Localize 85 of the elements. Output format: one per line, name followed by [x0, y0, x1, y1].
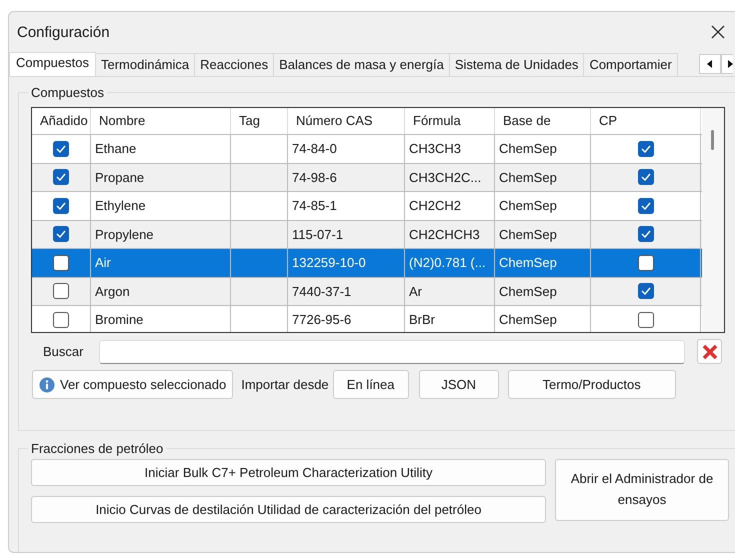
table-cell: Ethane [95, 141, 136, 156]
table-cell: 74-85-1 [292, 198, 337, 214]
column-header[interactable]: Tag [231, 108, 288, 134]
check-icon [56, 230, 66, 238]
column-header[interactable]: Nombre [91, 108, 231, 134]
table-cell: ChemSep [499, 312, 557, 328]
table-cell: Argon [95, 284, 130, 299]
column-header[interactable]: Número CAS [288, 108, 405, 134]
check-icon [640, 230, 650, 238]
table-row[interactable]: Air 132259-10-0 (N2)0.781 (... ChemSep [32, 249, 702, 278]
checkbox[interactable] [638, 140, 654, 157]
table-row[interactable]: Bromine 7726-95-6 BrBr ChemSep [32, 306, 702, 332]
checkbox[interactable] [638, 226, 654, 242]
search-field[interactable] [99, 340, 685, 364]
checkbox[interactable] [53, 254, 69, 271]
scroll-right-icon[interactable] [721, 54, 733, 74]
scrollbar[interactable] [702, 108, 724, 332]
group-title: Fracciones de petróleo [30, 441, 164, 456]
check-icon [640, 144, 650, 153]
table-cell: CH2CHCH3 [409, 226, 480, 242]
table-cell: ChemSep [499, 255, 557, 270]
petroleum-button[interactable]: Inicio Curvas de destilación Utilidad de caracterización del petróleo [31, 496, 546, 523]
table-cell: ChemSep [499, 141, 557, 156]
checkbox[interactable] [53, 140, 69, 157]
table-cell: CH3CH2C... [409, 170, 482, 185]
view-compound-button[interactable]: Ver compuesto seleccionado [32, 370, 234, 399]
table-cell: Ethylene [95, 198, 146, 214]
table-cell: Propane [95, 170, 144, 185]
table-row[interactable]: Propylene 115-07-1 CH2CHCH3 ChemSep [32, 220, 702, 249]
table-cell: ChemSep [499, 284, 557, 299]
table-cell: 74-98-6 [292, 170, 337, 185]
checkbox[interactable] [638, 254, 654, 271]
table-cell: CH3CH3 [409, 141, 462, 156]
table-cell: Bromine [95, 312, 144, 328]
check-icon [56, 173, 66, 182]
checkbox[interactable] [53, 312, 69, 328]
table-cell: ChemSep [499, 170, 557, 185]
tab[interactable]: Compuestos [9, 52, 96, 76]
clear-button[interactable] [697, 339, 722, 364]
table-cell: ChemSep [499, 198, 557, 214]
tab[interactable]: Comportamier [583, 53, 678, 76]
column-header[interactable]: CP [591, 108, 701, 134]
table-cell: Air [95, 255, 111, 270]
window-title: Configuración [17, 24, 110, 40]
table-cell: Ar [409, 284, 422, 299]
checkbox[interactable] [638, 283, 654, 300]
column-header[interactable]: Añadido [32, 108, 91, 134]
import-label: Importar desde [241, 377, 329, 392]
checkbox[interactable] [638, 198, 654, 214]
check-icon [640, 173, 650, 182]
close-icon[interactable] [711, 25, 725, 39]
check-icon [640, 202, 650, 210]
table-cell: BrBr [409, 312, 435, 328]
search-label: Buscar [42, 344, 84, 359]
column-header[interactable]: Fórmula [405, 108, 495, 134]
table-cell: 7440-37-1 [292, 284, 352, 299]
table-row[interactable]: Propane 74-98-6 CH3CH2C... ChemSep [32, 164, 702, 192]
table-cell: ChemSep [499, 226, 557, 242]
import-button[interactable]: Termo/Productos [508, 370, 676, 399]
table-cell: Propylene [95, 226, 154, 242]
checkbox[interactable] [53, 198, 69, 214]
import-button[interactable]: JSON [418, 370, 499, 399]
table-cell: 7726-95-6 [292, 312, 352, 328]
table-cell: 74-84-0 [292, 141, 337, 156]
column-header[interactable]: Base de [495, 108, 591, 134]
table-cell: 132259-10-0 [292, 255, 366, 270]
table-cell: 115-07-1 [292, 226, 344, 242]
group-title: Compuestos [30, 85, 105, 100]
checkbox[interactable] [53, 169, 69, 186]
close-icon [702, 344, 718, 360]
scroll-left-icon[interactable] [699, 54, 721, 74]
table-row[interactable]: Argon 7440-37-1 Ar ChemSep [32, 278, 702, 306]
check-icon [56, 144, 66, 153]
checkbox[interactable] [638, 169, 654, 186]
info-icon [39, 376, 55, 392]
table-cell: (N2)0.781 (... [409, 255, 486, 270]
petroleum-button[interactable]: Iniciar Bulk C7+ Petroleum Characterization Utility [31, 459, 546, 486]
check-icon [56, 202, 66, 210]
assay-manager-button[interactable]: Abrir el Administrador de ensayos [555, 459, 729, 521]
check-icon [640, 287, 650, 296]
table-cell: CH2CH2 [409, 198, 462, 214]
import-button[interactable]: En línea [332, 370, 409, 399]
checkbox[interactable] [638, 312, 654, 328]
checkbox[interactable] [53, 283, 69, 300]
checkbox[interactable] [53, 226, 69, 242]
